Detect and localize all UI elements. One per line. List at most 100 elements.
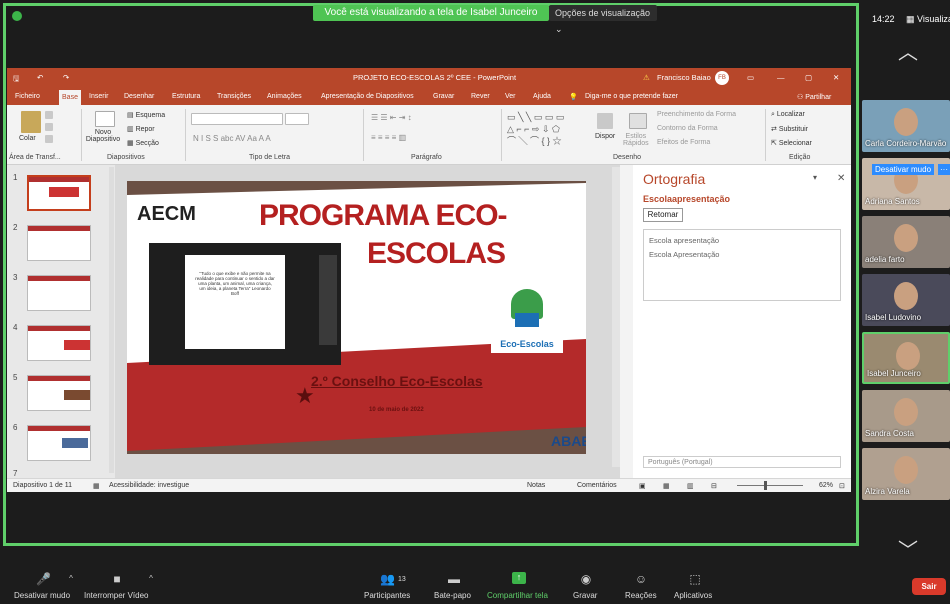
microphone-muted-icon[interactable]: 🎤 <box>36 572 51 586</box>
chat-icon[interactable]: ▬ <box>447 572 461 586</box>
quick-styles-label[interactable]: Estilos Rápidos <box>623 133 649 147</box>
participant-tile[interactable]: Alzira Varela <box>862 448 950 500</box>
tab-rever[interactable]: Rever <box>471 93 490 100</box>
format-painter-icon[interactable] <box>45 135 53 143</box>
participant-tile-active-speaker[interactable]: Isabel Junceiro <box>862 332 950 384</box>
chat-button[interactable]: Bate-papo <box>434 591 471 600</box>
section-button[interactable]: ▦ Secção <box>127 139 159 147</box>
thumbnails-scrollbar[interactable] <box>109 167 114 473</box>
tab-estrutura[interactable]: Estrutura <box>172 93 200 100</box>
font-format-buttons[interactable]: N I S S abc AV Aa A A <box>193 134 271 143</box>
account-name[interactable]: Francisco Baiao <box>657 73 711 82</box>
zoom-slider-thumb[interactable] <box>764 481 767 490</box>
shape-outline-button[interactable]: Contorno da Forma <box>657 125 718 132</box>
layout-button[interactable]: ▤ Esquema <box>127 111 165 119</box>
paste-label[interactable]: Colar <box>19 135 36 142</box>
more-options-icon[interactable]: ··· <box>938 164 950 175</box>
minimize-icon[interactable]: — <box>777 73 785 82</box>
align-buttons[interactable]: ≡ ≡ ≡ ≡ ▥ <box>371 133 406 142</box>
tab-animacoes[interactable]: Animações <box>267 93 302 100</box>
find-button[interactable]: ⌕ Localizar <box>771 111 805 119</box>
suggestion-item[interactable]: Escola Apresentação <box>649 250 719 259</box>
notes-button[interactable]: Notas <box>527 482 545 489</box>
apps-icon[interactable]: ⬚ <box>688 572 702 586</box>
participants-button[interactable]: Participantes <box>364 591 410 600</box>
copy-icon[interactable] <box>45 123 53 131</box>
tab-ficheiro[interactable]: Ficheiro <box>15 93 40 100</box>
view-menu-button[interactable]: ▦ Visualiza <box>906 14 950 25</box>
undo-icon[interactable]: ↶ <box>37 73 43 82</box>
video-camera-icon[interactable]: ■ <box>110 572 124 586</box>
participants-icon[interactable]: 👥 <box>380 572 395 586</box>
ribbon-display-icon[interactable]: ▭ <box>747 73 754 82</box>
suggestion-item[interactable]: Escola apresentação <box>649 236 719 245</box>
shield-icon[interactable] <box>12 11 22 21</box>
leave-button[interactable]: Sair <box>912 578 946 595</box>
fit-slide-icon[interactable]: ⊡ <box>839 482 845 490</box>
zoom-slider[interactable] <box>737 485 803 486</box>
participant-tile[interactable]: Isabel Ludovino <box>862 274 950 326</box>
scroll-down-chevron-icon[interactable]: ﹀ <box>898 534 918 563</box>
font-name-dropdown[interactable] <box>191 113 283 125</box>
record-button[interactable]: Gravar <box>573 591 597 600</box>
reactions-icon[interactable]: ☺ <box>634 572 648 586</box>
tab-gravar[interactable]: Gravar <box>433 93 454 100</box>
reading-view-icon[interactable]: ▥ <box>687 482 694 490</box>
accessibility-status[interactable]: Acessibilidade: investigue <box>109 482 189 489</box>
reset-button[interactable]: ▥ Repor <box>127 125 155 133</box>
tab-inserir[interactable]: Inserir <box>89 93 108 100</box>
video-options-chevron-icon[interactable]: ^ <box>144 574 158 586</box>
arrange-label[interactable]: Dispor <box>595 133 615 140</box>
spellcheck-icon[interactable]: ▦ <box>93 482 100 490</box>
language-dropdown[interactable]: Português (Portugal) <box>643 456 841 468</box>
record-icon[interactable]: ◉ <box>579 572 593 586</box>
tab-ajuda[interactable]: Ajuda <box>533 93 551 100</box>
scroll-up-chevron-icon[interactable]: ︿ <box>898 36 918 65</box>
slide-thumbnail-1[interactable] <box>27 175 91 211</box>
cut-icon[interactable] <box>45 111 53 119</box>
new-slide-icon[interactable] <box>95 111 115 127</box>
unmute-overlay-button[interactable]: Desativar mudo <box>872 164 935 175</box>
comments-button[interactable]: Comentários <box>577 482 617 489</box>
tab-transicoes[interactable]: Transições <box>217 93 251 100</box>
quick-styles-icon[interactable] <box>629 113 647 129</box>
share-screen-button[interactable]: Compartilhar tela <box>487 591 548 600</box>
shapes-gallery[interactable]: ▭ ╲ ╲ ▭ ▭ ▭ △ ⌐ ⌐ ⇨ ⇩ ⬠ ⌒ ╲ ⌒ { } ☆ <box>507 111 564 147</box>
avatar[interactable]: FB <box>715 71 729 85</box>
font-size-dropdown[interactable] <box>285 113 309 125</box>
list-buttons[interactable]: ☰ ☰ ⇤ ⇥ ↕ <box>371 113 412 122</box>
normal-view-icon[interactable]: ▣ <box>639 482 646 490</box>
select-button[interactable]: ⇱ Selecionar <box>771 139 812 147</box>
participant-tile[interactable]: Sandra Costa <box>862 390 950 442</box>
save-icon[interactable]: 🖫 <box>13 73 19 86</box>
reactions-button[interactable]: Reações <box>625 591 657 600</box>
tab-apresentacao[interactable]: Apresentação de Diapositivos <box>321 93 414 100</box>
shape-fill-button[interactable]: Preenchimento da Forma <box>657 111 736 118</box>
apps-button[interactable]: Aplicativos <box>674 591 712 600</box>
maximize-icon[interactable]: ▢ <box>805 73 812 82</box>
shape-effects-button[interactable]: Efeitos de Forma <box>657 139 710 146</box>
audio-options-chevron-icon[interactable]: ^ <box>64 574 78 586</box>
participant-tile[interactable]: Desativar mudo ··· Adriana Santos <box>862 158 950 210</box>
close-pane-icon[interactable]: ✕ <box>837 173 845 184</box>
unmute-button[interactable]: Desativar mudo <box>14 591 70 600</box>
tab-base[interactable]: Base <box>59 90 81 105</box>
slideshow-icon[interactable]: ⊟ <box>711 482 717 490</box>
redo-icon[interactable]: ↷ <box>63 73 69 82</box>
tell-me-search[interactable]: Diga-me o que pretende fazer <box>585 93 678 100</box>
tab-desenhar[interactable]: Desenhar <box>124 93 154 100</box>
pane-options-icon[interactable]: ▾ <box>813 173 817 182</box>
slide-scrollbar[interactable] <box>612 167 620 467</box>
stop-video-button[interactable]: Interromper Vídeo <box>84 591 148 600</box>
paste-icon[interactable] <box>21 111 41 133</box>
resume-button[interactable]: Retomar <box>643 208 683 222</box>
participant-tile[interactable]: adelia farto <box>862 216 950 268</box>
slide-thumbnail-5[interactable] <box>27 375 91 411</box>
replace-button[interactable]: ⇄ Substituir <box>771 125 808 133</box>
tab-ver[interactable]: Ver <box>505 93 516 100</box>
participant-tile[interactable]: Carla Cordeiro-Marvão <box>862 100 950 152</box>
slide-thumbnail-2[interactable] <box>27 225 91 261</box>
view-options-button[interactable]: Opções de visualização ⌄ <box>549 5 657 34</box>
slide-thumbnail-6[interactable] <box>27 425 91 461</box>
share-screen-icon[interactable]: ↑ <box>512 572 526 584</box>
